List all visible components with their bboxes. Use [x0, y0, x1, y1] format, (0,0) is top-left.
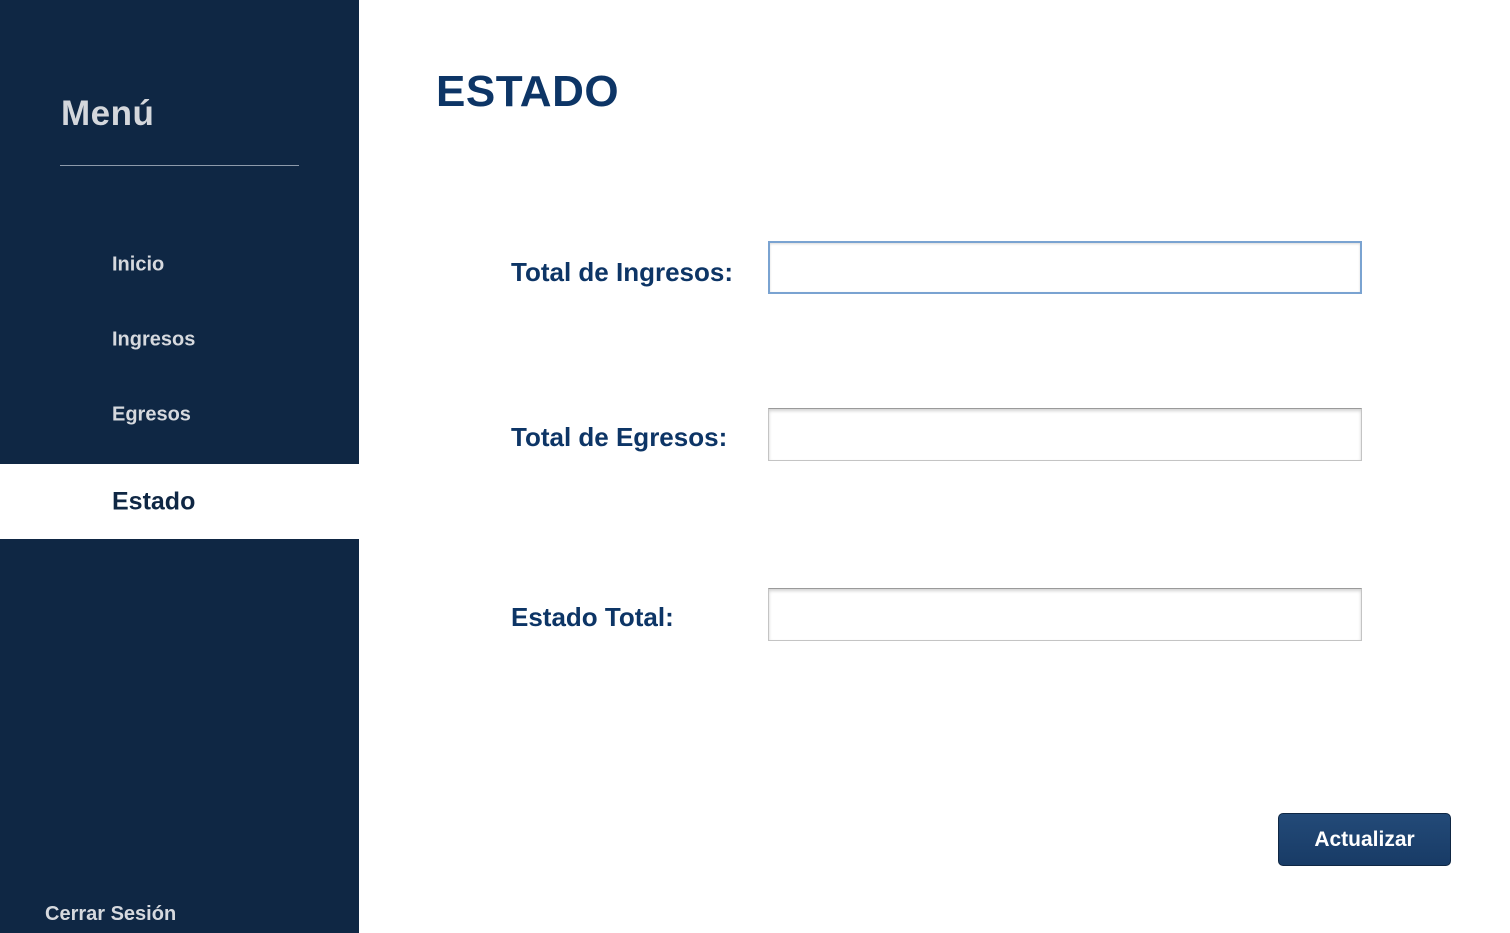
sidebar-item-label: Estado	[112, 487, 196, 515]
sidebar-item-egresos[interactable]: Egresos	[0, 377, 359, 452]
total-ingresos-label: Total de Ingresos:	[511, 257, 733, 287]
sidebar-item-label: Ingresos	[112, 328, 196, 350]
sidebar-item-ingresos[interactable]: Ingresos	[0, 302, 359, 377]
estado-total-label: Estado Total:	[511, 602, 674, 632]
page-title: ESTADO	[436, 67, 620, 116]
update-button[interactable]: Actualizar	[1278, 813, 1451, 866]
logout-link[interactable]: Cerrar Sesión	[45, 903, 176, 926]
total-ingresos-input[interactable]	[768, 241, 1362, 294]
sidebar: Menú Inicio Ingresos Egresos Estado Cerr…	[0, 0, 359, 933]
menu-title: Menú	[61, 94, 155, 133]
sidebar-item-label: Egresos	[112, 403, 191, 425]
menu-divider	[60, 165, 299, 166]
total-egresos-input[interactable]	[768, 408, 1362, 461]
estado-total-input[interactable]	[768, 588, 1362, 641]
sidebar-item-inicio[interactable]: Inicio	[0, 227, 359, 302]
sidebar-item-label: Inicio	[112, 253, 165, 275]
sidebar-item-estado[interactable]: Estado	[0, 464, 359, 539]
total-egresos-label: Total de Egresos:	[511, 422, 728, 452]
